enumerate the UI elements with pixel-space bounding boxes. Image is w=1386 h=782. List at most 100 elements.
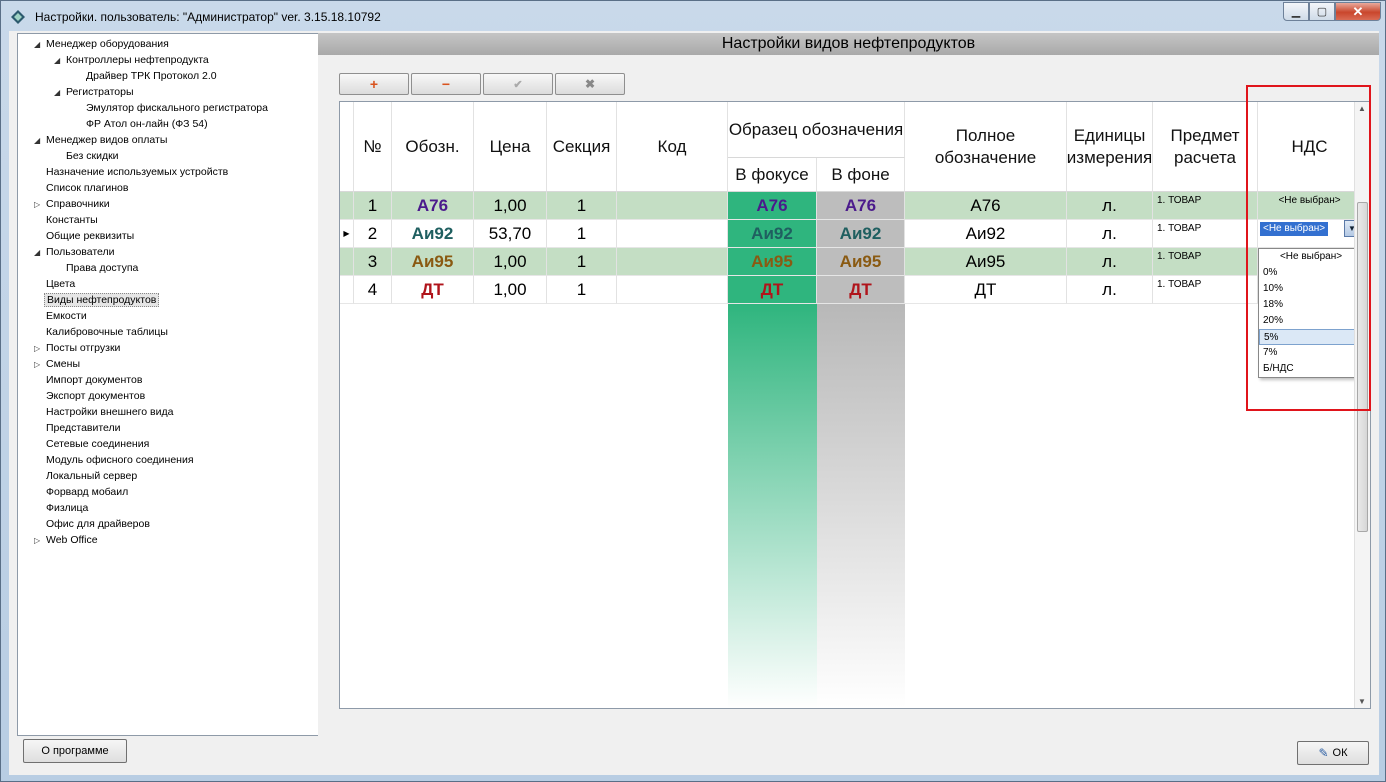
cell-section[interactable]: 1 — [547, 220, 617, 248]
collapse-arrow-icon[interactable]: ◢ — [34, 245, 44, 261]
close-button[interactable]: ✕ — [1335, 2, 1381, 21]
minimize-button[interactable]: ▁ — [1283, 2, 1309, 21]
collapse-arrow-icon[interactable]: ◢ — [34, 37, 44, 53]
collapse-arrow-icon[interactable]: ◢ — [54, 85, 64, 101]
cell-fullname[interactable]: Аи92 — [905, 220, 1067, 248]
tree-item[interactable]: Представители — [34, 420, 123, 436]
cell-fullname[interactable]: Аи95 — [905, 248, 1067, 276]
cell-oboz[interactable]: Аи92 — [392, 220, 474, 248]
cell-fullname[interactable]: А76 — [905, 192, 1067, 220]
table-row[interactable]: ▶ 2 Аи92 53,70 1 Аи92 Аи92 Аи92 л. 1. ТОВАР — [340, 220, 1362, 248]
tree-item[interactable]: Без скидки — [54, 148, 121, 164]
cell-code[interactable] — [617, 220, 728, 248]
header-code[interactable]: Код — [617, 102, 728, 192]
cell-num[interactable]: 4 — [354, 276, 392, 304]
tree-item[interactable]: Физлица — [34, 500, 90, 516]
tree-item[interactable]: ФР Атол он-лайн (ФЗ 54) — [74, 116, 210, 132]
expand-arrow-icon[interactable]: ▷ — [34, 341, 44, 357]
cell-bg[interactable]: Аи92 — [817, 220, 905, 248]
tree-item[interactable]: Настройки внешнего вида — [34, 404, 175, 420]
tree-item[interactable]: ▷ Смены — [34, 356, 82, 372]
header-focus[interactable]: В фокусе — [728, 158, 817, 192]
cell-units[interactable]: л. — [1067, 276, 1153, 304]
cell-num[interactable]: 3 — [354, 248, 392, 276]
tree-item[interactable]: Драйвер ТРК Протокол 2.0 — [74, 68, 219, 84]
tree-item[interactable]: ◢ Контроллеры нефтепродукта — [54, 52, 211, 68]
table-row[interactable]: 1 А76 1,00 1 А76 А76 А76 л. 1. ТОВАР <Не выбран> — [340, 192, 1362, 220]
header-oboz[interactable]: Обозн. — [392, 102, 474, 192]
cell-bg[interactable]: А76 — [817, 192, 905, 220]
header-section[interactable]: Секция — [547, 102, 617, 192]
collapse-arrow-icon[interactable]: ◢ — [34, 133, 44, 149]
tree-item[interactable]: Цвета — [34, 276, 77, 292]
tree-item[interactable]: Емкости — [34, 308, 89, 324]
cell-oboz[interactable]: ДТ — [392, 276, 474, 304]
cell-focus[interactable]: А76 — [728, 192, 817, 220]
header-bg[interactable]: В фоне — [817, 158, 905, 192]
tree-item[interactable]: ◢ Пользователи — [34, 244, 117, 260]
cell-focus[interactable]: Аи92 — [728, 220, 817, 248]
confirm-button[interactable]: ✔ — [483, 73, 553, 95]
cell-subject[interactable]: 1. ТОВАР — [1153, 192, 1258, 220]
cell-fullname[interactable]: ДТ — [905, 276, 1067, 304]
header-sample[interactable]: Образец обозначения — [728, 102, 905, 158]
cell-subject[interactable]: 1. ТОВАР — [1153, 248, 1258, 276]
header-fullname[interactable]: Полное обозначение — [905, 102, 1067, 192]
cell-subject[interactable]: 1. ТОВАР — [1153, 220, 1258, 248]
tree-item[interactable]: Общие реквизиты — [34, 228, 136, 244]
delete-row-button[interactable]: − — [411, 73, 481, 95]
cancel-button[interactable]: ✖ — [555, 73, 625, 95]
row-indicator[interactable] — [340, 276, 354, 304]
tree-item[interactable]: Импорт документов — [34, 372, 144, 388]
products-grid[interactable]: № Обозн. Цена Секция Код Образец обознач… — [339, 101, 1371, 709]
cell-subject[interactable]: 1. ТОВАР — [1153, 276, 1258, 304]
cell-focus[interactable]: ДТ — [728, 276, 817, 304]
cell-code[interactable] — [617, 192, 728, 220]
row-indicator[interactable]: ▶ — [340, 220, 354, 248]
cell-price[interactable]: 1,00 — [474, 276, 547, 304]
header-price[interactable]: Цена — [474, 102, 547, 192]
cell-section[interactable]: 1 — [547, 276, 617, 304]
tree-item[interactable]: ◢ Менеджер оборудования — [34, 36, 171, 52]
tree-item[interactable]: Виды нефтепродуктов — [34, 292, 160, 308]
tree-item[interactable]: ▷ Посты отгрузки — [34, 340, 122, 356]
table-row[interactable]: 3 Аи95 1,00 1 Аи95 Аи95 Аи95 л. 1. ТОВАР — [340, 248, 1362, 276]
header-num[interactable]: № — [354, 102, 392, 192]
scroll-down-icon[interactable]: ▼ — [1358, 697, 1366, 706]
cell-bg[interactable]: ДТ — [817, 276, 905, 304]
header-subject[interactable]: Предмет расчета — [1153, 102, 1258, 192]
cell-num[interactable]: 2 — [354, 220, 392, 248]
about-button[interactable]: О программе — [23, 739, 127, 763]
tree-item[interactable]: Права доступа — [54, 260, 140, 276]
cell-oboz[interactable]: А76 — [392, 192, 474, 220]
row-indicator[interactable] — [340, 248, 354, 276]
ok-button[interactable]: ✎ ОК — [1297, 741, 1369, 765]
tree-item[interactable]: Модуль офисного соединения — [34, 452, 196, 468]
cell-units[interactable]: л. — [1067, 192, 1153, 220]
tree-item[interactable]: ◢ Менеджер видов оплаты — [34, 132, 169, 148]
maximize-button[interactable]: ▢ — [1309, 2, 1335, 21]
settings-tree[interactable]: ◢ Менеджер оборудования ◢ Контроллеры нефте… — [17, 33, 323, 736]
expand-arrow-icon[interactable]: ▷ — [34, 197, 44, 213]
tree-item[interactable]: ◢ Регистраторы — [54, 84, 136, 100]
tree-item[interactable]: Локальный сервер — [34, 468, 139, 484]
tree-item[interactable]: Экспорт документов — [34, 388, 147, 404]
expand-arrow-icon[interactable]: ▷ — [34, 357, 44, 373]
tree-item[interactable]: Форвард мобаил — [34, 484, 130, 500]
cell-section[interactable]: 1 — [547, 192, 617, 220]
tree-item[interactable]: Список плагинов — [34, 180, 130, 196]
header-units[interactable]: Единицы измерения — [1067, 102, 1153, 192]
collapse-arrow-icon[interactable]: ◢ — [54, 53, 64, 69]
table-row[interactable]: 4 ДТ 1,00 1 ДТ ДТ ДТ л. 1. ТОВАР — [340, 276, 1362, 304]
tree-item[interactable]: ▷ Справочники — [34, 196, 112, 212]
cell-code[interactable] — [617, 276, 728, 304]
cell-price[interactable]: 1,00 — [474, 248, 547, 276]
cell-price[interactable]: 1,00 — [474, 192, 547, 220]
cell-price[interactable]: 53,70 — [474, 220, 547, 248]
cell-bg[interactable]: Аи95 — [817, 248, 905, 276]
tree-item[interactable]: Назначение используемых устройств — [34, 164, 230, 180]
cell-units[interactable]: л. — [1067, 220, 1153, 248]
add-row-button[interactable]: + — [339, 73, 409, 95]
cell-units[interactable]: л. — [1067, 248, 1153, 276]
cell-oboz[interactable]: Аи95 — [392, 248, 474, 276]
